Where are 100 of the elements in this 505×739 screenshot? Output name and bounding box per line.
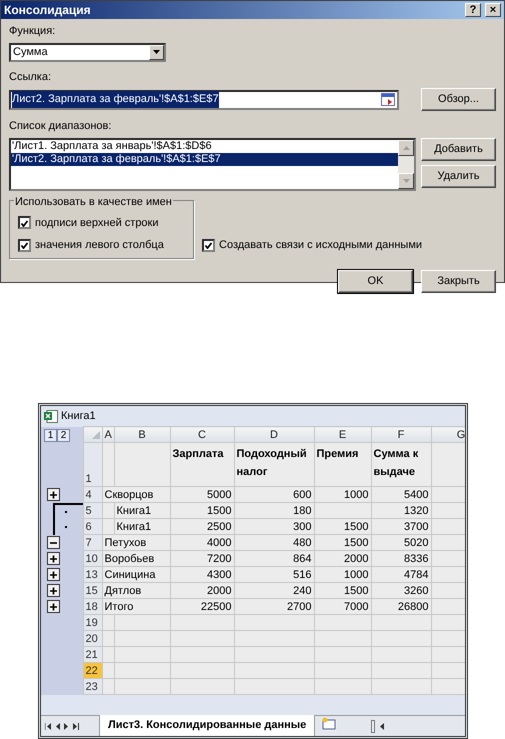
table-cell: Книга1: [116, 504, 152, 516]
column-header[interactable]: E: [314, 426, 371, 442]
row-header[interactable]: 21: [83, 646, 102, 662]
check-icon: [20, 241, 29, 250]
plus-icon: [49, 586, 58, 594]
row-header[interactable]: 22: [83, 662, 102, 678]
table-cell: 22500: [200, 600, 232, 612]
scroll-up-icon: [402, 146, 410, 150]
table-cell: 3260: [404, 584, 428, 596]
table-cell: 1500: [207, 504, 232, 516]
check-icon: [204, 241, 213, 250]
column-header[interactable]: D: [234, 426, 314, 442]
table-cell: 1500: [344, 536, 368, 548]
column-header[interactable]: A: [102, 426, 114, 442]
table-cell: Сумма к выдаче: [374, 448, 418, 478]
column-header[interactable]: F: [371, 426, 431, 442]
outline-collapse-button[interactable]: [47, 536, 60, 549]
table-cell: 7000: [344, 600, 368, 612]
row-header[interactable]: 18: [83, 598, 102, 614]
browse-button[interactable]: Обзор...: [421, 88, 496, 111]
checkbox[interactable]: [18, 216, 31, 230]
dialog-button[interactable]: OK: [338, 270, 413, 292]
next-sheet-icon: [64, 722, 69, 730]
row-header[interactable]: 13: [83, 566, 102, 582]
table-cell: 2000: [207, 584, 232, 596]
table-cell: 480: [293, 536, 312, 548]
row-header[interactable]: 10: [83, 550, 102, 566]
outline-expand-button[interactable]: [47, 600, 60, 613]
outline-level-button[interactable]: 1: [44, 428, 57, 442]
help-button[interactable]: ?: [465, 3, 481, 17]
function-label: Функция:: [9, 24, 56, 39]
table-cell: Скворцов: [104, 488, 154, 500]
row-header[interactable]: 4: [83, 486, 102, 502]
select-all-icon: [92, 430, 100, 439]
add-button[interactable]: Добавить: [421, 138, 496, 160]
table-cell: 240: [293, 584, 312, 596]
range-item[interactable]: 'Лист2. Зарплата за февраль'!$A$1:$E$7: [11, 152, 398, 166]
row-header[interactable]: 19: [83, 614, 102, 630]
reference-label: Ссылка:: [9, 70, 52, 84]
row-header[interactable]: 15: [83, 582, 102, 598]
table-cell: 1500: [344, 520, 368, 532]
row-header[interactable]: 23: [83, 678, 102, 694]
checkbox-label: значения левого столбца: [35, 238, 164, 253]
table-cell: Подоходный налог: [236, 448, 307, 478]
range-item[interactable]: 'Лист1. Зарплата за январь'!$A$1:$D$6: [11, 140, 398, 152]
table-cell: 8336: [404, 552, 428, 564]
outline-expand-button[interactable]: [47, 584, 60, 597]
table-cell: Воробьев: [104, 552, 154, 564]
scroll-down-icon: [402, 178, 410, 182]
table-cell: Итого: [104, 600, 134, 612]
table-cell: Премия: [316, 448, 358, 460]
row-header[interactable]: 6: [83, 518, 102, 534]
table-cell: 4000: [207, 536, 232, 548]
plus-icon: [49, 554, 58, 562]
window-title: Книга1: [61, 408, 96, 424]
table-cell: 864: [293, 552, 312, 564]
scrollbar-splitter-icon: [371, 720, 376, 732]
new-sheet-icon: [321, 717, 338, 730]
row-header[interactable]: 7: [83, 534, 102, 550]
row-header[interactable]: 1: [83, 442, 102, 486]
table-cell: 2700: [287, 600, 312, 612]
check-icon: [20, 218, 29, 227]
column-header[interactable]: B: [114, 426, 170, 442]
function-dropdown[interactable]: Сумма: [9, 42, 166, 62]
plus-icon: [49, 490, 58, 498]
table-cell: 600: [293, 488, 312, 500]
ranges-label: Список диапазонов:: [9, 119, 112, 134]
previous-sheet-icon: [55, 722, 60, 730]
scroll-left-icon: [379, 722, 384, 730]
table-cell: 7200: [207, 552, 232, 564]
row-header[interactable]: 20: [83, 630, 102, 646]
dialog-button[interactable]: Закрыть: [421, 270, 496, 292]
plus-icon: [49, 602, 58, 610]
outline-expand-button[interactable]: [47, 488, 60, 501]
table-cell: 2500: [207, 520, 232, 532]
delete-button[interactable]: Удалить: [421, 164, 496, 188]
row-header[interactable]: 5: [83, 502, 102, 518]
checkbox[interactable]: [202, 238, 215, 252]
column-header[interactable]: G: [431, 426, 465, 442]
checkbox[interactable]: [18, 238, 31, 252]
table-cell: 300: [293, 520, 312, 532]
plus-icon: [49, 570, 58, 578]
reference-field[interactable]: Лист2. Зарплата за февраль'!$A$1:$E$7: [9, 90, 399, 110]
close-button[interactable]: ×: [485, 3, 501, 17]
collapse-dialog-icon: [381, 93, 395, 106]
table-cell: 1320: [404, 504, 428, 516]
table-cell: 2000: [344, 552, 368, 564]
outline-level-button[interactable]: 2: [57, 428, 70, 442]
table-cell: 4784: [404, 568, 428, 580]
scrollbar[interactable]: [398, 140, 414, 188]
dropdown-arrow-icon: [153, 50, 160, 54]
sheet-tab[interactable]: Лист3. Консолидированные данные: [99, 715, 316, 736]
table-cell: 516: [293, 568, 312, 580]
last-sheet-icon: [73, 722, 79, 730]
table-cell: 180: [293, 504, 312, 516]
column-header[interactable]: C: [170, 426, 234, 442]
outline-expand-button[interactable]: [47, 552, 60, 565]
table-cell: 26800: [398, 600, 428, 612]
reference-value: Лист2. Зарплата за февраль'!$A$1:$E$7: [12, 91, 219, 108]
outline-expand-button[interactable]: [47, 568, 60, 581]
